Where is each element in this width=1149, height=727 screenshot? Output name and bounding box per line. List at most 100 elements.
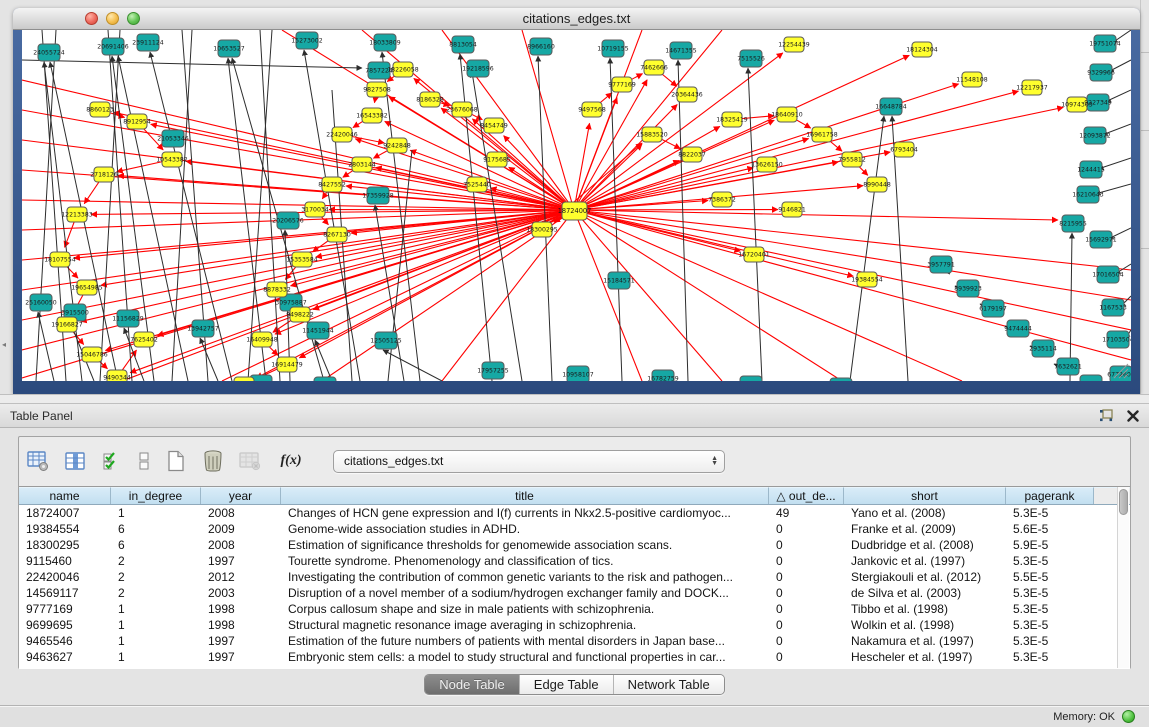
graph-node[interactable] <box>740 376 762 381</box>
table-row[interactable]: 911546021997Tourette syndrome. Phenomeno… <box>19 553 1130 569</box>
show-columns-icon[interactable] <box>62 448 88 474</box>
table-cell[interactable]: 22420046 <box>19 569 111 585</box>
table-cell[interactable]: 1997 <box>201 633 281 649</box>
table-cell[interactable]: Tibbo et al. (1998) <box>844 601 1006 617</box>
table-cell[interactable]: 19384554 <box>19 521 111 537</box>
table-cell[interactable]: 2008 <box>201 537 281 553</box>
table-row[interactable]: 946554611997Estimation of the future num… <box>19 633 1130 649</box>
table-cell[interactable]: Estimation of the future numbers of pati… <box>281 633 769 649</box>
column-header-short[interactable]: short <box>844 487 1006 504</box>
table-cell[interactable]: 5.5E-5 <box>1006 569 1094 585</box>
tab-node-table[interactable]: Node Table <box>425 675 520 694</box>
table-cell[interactable]: 0 <box>769 569 844 585</box>
table-cell[interactable]: 14569117 <box>19 585 111 601</box>
table-cell[interactable]: 18300295 <box>19 537 111 553</box>
delete-table-icon[interactable] <box>200 448 226 474</box>
table-cell[interactable]: 6 <box>111 537 201 553</box>
table-cell[interactable]: Corpus callosum shape and size in male p… <box>281 601 769 617</box>
graph-node[interactable] <box>830 378 852 381</box>
table-cell[interactable]: 1997 <box>201 649 281 665</box>
table-options-icon[interactable] <box>25 448 51 474</box>
table-cell[interactable]: 2008 <box>201 505 281 521</box>
table-cell[interactable]: 9465546 <box>19 633 111 649</box>
table-cell[interactable]: 5.6E-5 <box>1006 521 1094 537</box>
table-cell[interactable]: 2009 <box>201 521 281 537</box>
table-cell[interactable]: Wolkin et al. (1998) <box>844 617 1006 633</box>
table-cell[interactable]: 5.9E-5 <box>1006 537 1094 553</box>
table-cell[interactable]: 0 <box>769 649 844 665</box>
table-cell[interactable]: Tourette syndrome. Phenomenology and cla… <box>281 553 769 569</box>
network-table-select[interactable]: citations_edges.txt ▲▼ <box>333 450 725 473</box>
new-table-icon[interactable] <box>163 448 189 474</box>
tab-edge-table[interactable]: Edge Table <box>520 675 614 694</box>
table-cell[interactable]: Dudbridge et al. (2008) <box>844 537 1006 553</box>
column-header-title[interactable]: title <box>281 487 769 504</box>
graph-node[interactable] <box>314 377 336 381</box>
delete-column-icon[interactable] <box>237 448 263 474</box>
split-pane-divider[interactable]: ▴ <box>0 394 1149 404</box>
column-header-out_de[interactable]: △ out_de... <box>769 487 844 504</box>
table-cell[interactable]: 1 <box>111 633 201 649</box>
table-cell[interactable]: 0 <box>769 553 844 569</box>
network-view-canvas[interactable]: 2405572420691406239111241065352715273002… <box>22 30 1131 381</box>
table-cell[interactable]: 5.3E-5 <box>1006 505 1094 521</box>
table-cell[interactable]: Hescheler et al. (1997) <box>844 649 1006 665</box>
column-header-pagerank[interactable]: pagerank <box>1006 487 1094 504</box>
table-cell[interactable]: Jankovic et al. (1997) <box>844 553 1006 569</box>
table-cell[interactable]: Disruption of a novel member of a sodium… <box>281 585 769 601</box>
table-cell[interactable]: 9115460 <box>19 553 111 569</box>
table-cell[interactable]: 0 <box>769 617 844 633</box>
table-cell[interactable]: 2 <box>111 553 201 569</box>
table-cell[interactable]: 1998 <box>201 601 281 617</box>
table-cell[interactable]: 9699695 <box>19 617 111 633</box>
table-row[interactable]: 1872400712008Changes of HCN gene express… <box>19 505 1130 521</box>
table-cell[interactable]: 2012 <box>201 569 281 585</box>
table-cell[interactable]: 5.3E-5 <box>1006 553 1094 569</box>
memory-status-icon[interactable] <box>1122 710 1135 723</box>
table-cell[interactable]: 6 <box>111 521 201 537</box>
table-cell[interactable]: Franke et al. (2009) <box>844 521 1006 537</box>
table-cell[interactable]: Changes of HCN gene expression and I(f) … <box>281 505 769 521</box>
table-cell[interactable]: 0 <box>769 601 844 617</box>
table-cell[interactable]: Structural magnetic resonance image aver… <box>281 617 769 633</box>
node-table[interactable]: namein_degreeyeartitle△ out_de...shortpa… <box>19 486 1130 669</box>
table-cell[interactable]: 0 <box>769 633 844 649</box>
table-cell[interactable]: 9777169 <box>19 601 111 617</box>
table-cell[interactable]: Genome-wide association studies in ADHD. <box>281 521 769 537</box>
table-cell[interactable]: 9463627 <box>19 649 111 665</box>
function-builder-icon[interactable]: f(x) <box>274 448 308 474</box>
table-cell[interactable]: Estimation of significance thresholds fo… <box>281 537 769 553</box>
table-cell[interactable]: Investigating the contribution of common… <box>281 569 769 585</box>
table-cell[interactable]: 5.3E-5 <box>1006 649 1094 665</box>
table-cell[interactable]: 2003 <box>201 585 281 601</box>
column-header-in_degree[interactable]: in_degree <box>111 487 201 504</box>
table-cell[interactable]: 5.3E-5 <box>1006 633 1094 649</box>
select-columns-icon[interactable] <box>99 448 125 474</box>
table-cell[interactable]: 1 <box>111 505 201 521</box>
table-cell[interactable]: 1997 <box>201 553 281 569</box>
table-row[interactable]: 1830029562008Estimation of significance … <box>19 537 1130 553</box>
table-cell[interactable]: 1998 <box>201 617 281 633</box>
table-cell[interactable]: Yano et al. (2008) <box>844 505 1006 521</box>
table-cell[interactable]: 2 <box>111 569 201 585</box>
table-cell[interactable]: 1 <box>111 649 201 665</box>
table-row[interactable]: 1938455462009Genome-wide association stu… <box>19 521 1130 537</box>
table-scrollbar[interactable] <box>1117 487 1129 668</box>
table-cell[interactable]: 5.3E-5 <box>1006 601 1094 617</box>
column-header-year[interactable]: year <box>201 487 281 504</box>
table-cell[interactable]: 0 <box>769 537 844 553</box>
table-cell[interactable]: 5.3E-5 <box>1006 617 1094 633</box>
close-icon[interactable] <box>1127 410 1139 422</box>
table-row[interactable]: 1456911722003Disruption of a novel membe… <box>19 585 1130 601</box>
table-cell[interactable]: 0 <box>769 521 844 537</box>
table-cell[interactable]: 18724007 <box>19 505 111 521</box>
table-row[interactable]: 2242004622012Investigating the contribut… <box>19 569 1130 585</box>
table-cell[interactable]: de Silva et al. (2003) <box>844 585 1006 601</box>
table-cell[interactable]: 2 <box>111 585 201 601</box>
rows-icon[interactable] <box>136 448 152 474</box>
table-scrollbar-thumb[interactable] <box>1119 489 1128 515</box>
network-window-titlebar[interactable]: citations_edges.txt <box>13 8 1140 30</box>
table-cell[interactable]: 5.3E-5 <box>1006 585 1094 601</box>
table-cell[interactable]: Stergiakouli et al. (2012) <box>844 569 1006 585</box>
table-row[interactable]: 946362711997Embryonic stem cells: a mode… <box>19 649 1130 665</box>
